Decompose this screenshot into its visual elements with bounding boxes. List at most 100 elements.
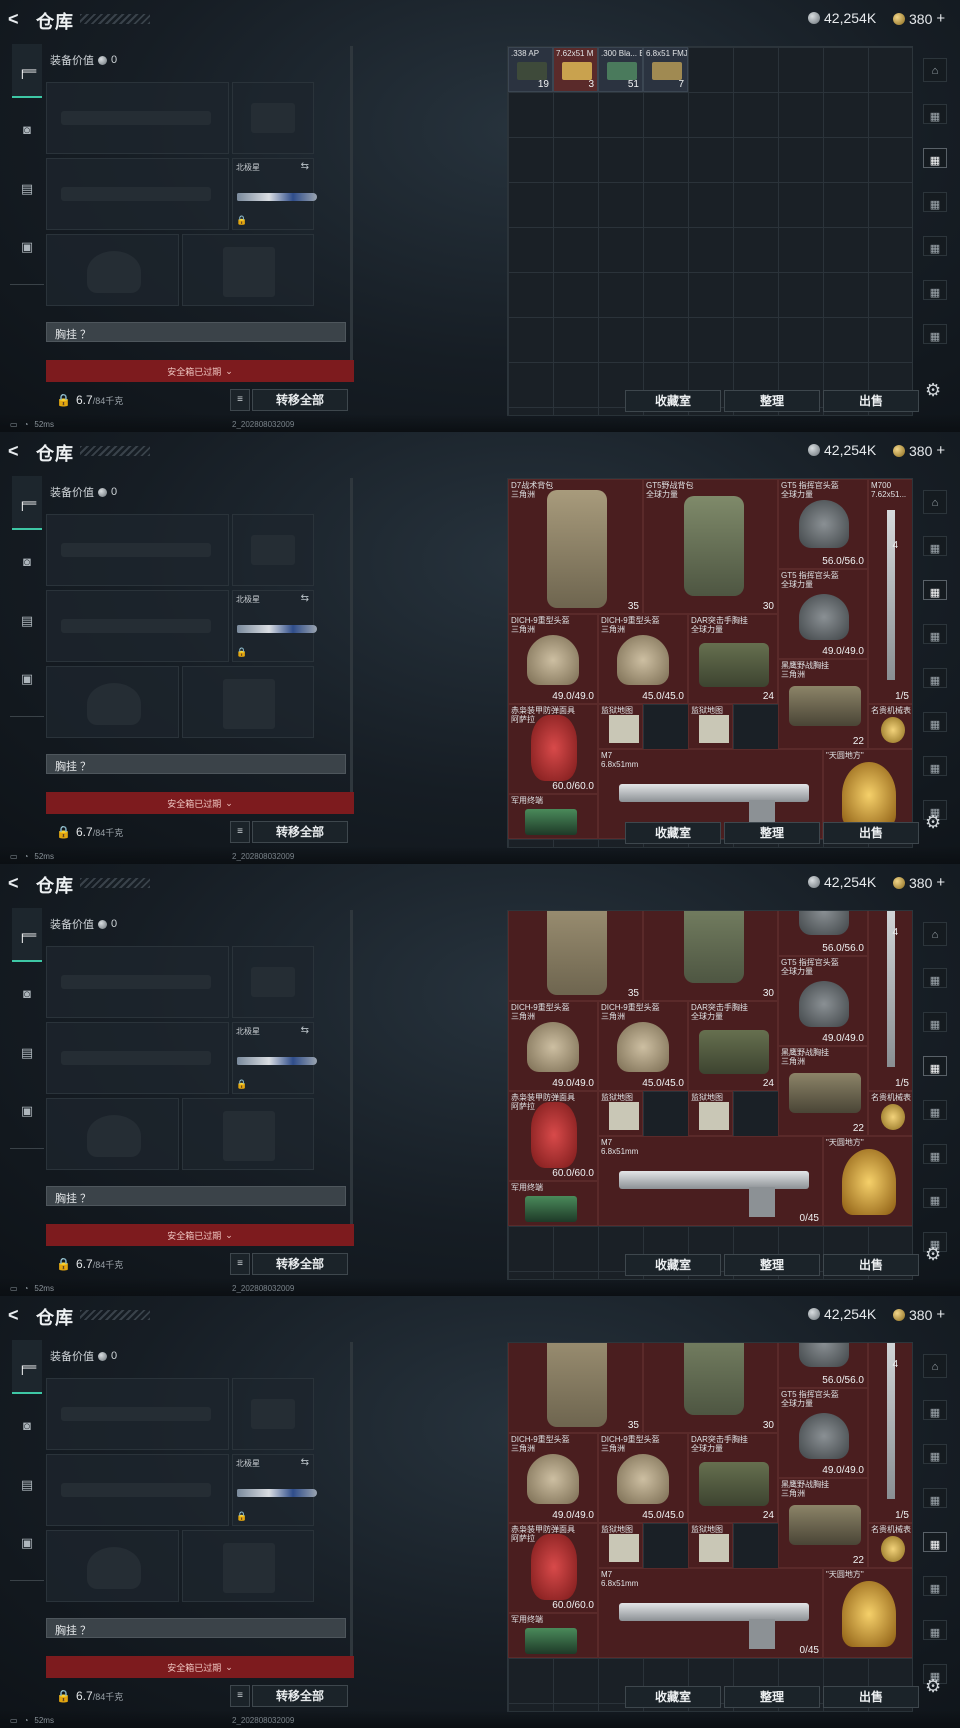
sort-button[interactable]: 整理: [724, 1686, 820, 1708]
stash-tab[interactable]: ▦: [923, 1444, 947, 1464]
sidebar-case-tab[interactable]: ▣: [12, 1528, 42, 1558]
equipment-scrollbar[interactable]: [350, 46, 353, 376]
gold-currency[interactable]: 380 +: [893, 10, 945, 27]
stash-item-map2[interactable]: 监狱地图: [688, 1523, 733, 1568]
transfer-all-button[interactable]: 转移全部: [252, 389, 348, 411]
settings-gear-icon[interactable]: ⚙: [925, 812, 941, 833]
sell-button[interactable]: 出售: [823, 822, 919, 844]
stash-item-laptop[interactable]: 军用终端: [508, 1181, 598, 1226]
stash-item-m7[interactable]: M76.8x51mm 0/45: [598, 1568, 823, 1658]
safe-box-expired-banner[interactable]: 安全箱已过期 ⌄: [46, 1656, 354, 1678]
stash-item-heiying[interactable]: 黑鹰野战胸挂 三角洲 22: [778, 659, 868, 749]
collection-room-button[interactable]: 收藏室: [625, 822, 721, 844]
collection-room-button[interactable]: 收藏室: [625, 390, 721, 412]
ammo-item[interactable]: .300 Bla... BCP FMJ 51: [598, 47, 643, 92]
ammo-item[interactable]: .338 AP 19: [508, 47, 553, 92]
stash-item-watch[interactable]: 名贵机械表: [868, 704, 912, 749]
safe-box-expired-banner[interactable]: 安全箱已过期 ⌄: [46, 1224, 354, 1246]
list-view-button[interactable]: ≡: [230, 1253, 250, 1275]
stash-item-m700[interactable]: M7007.62x51...41/5: [868, 911, 912, 1091]
stash-tab[interactable]: ▦: [923, 1056, 947, 1076]
helmet-slot[interactable]: [46, 1530, 179, 1602]
stash-item-heiying[interactable]: 黑鹰野战胸挂 三角洲 22: [778, 1478, 868, 1568]
settings-gear-icon[interactable]: ⚙: [925, 1244, 941, 1265]
melee-slot[interactable]: 北极星 ⇆ 🔒: [232, 158, 317, 230]
stash-item-redmask[interactable]: 赤枭装甲防弹面具 阿萨拉 60.0/60.0: [508, 1091, 598, 1181]
sidebar-vest-tab[interactable]: ▤: [12, 1470, 42, 1500]
stash-tab[interactable]: ▦: [923, 324, 947, 344]
add-gold-icon[interactable]: +: [936, 10, 945, 27]
sidebar-vest-tab[interactable]: ▤: [12, 1038, 42, 1068]
helmet-slot[interactable]: [46, 1098, 179, 1170]
sidebar-helmet-tab[interactable]: ◙: [12, 546, 42, 576]
sidebar-weapon-tab[interactable]: ╒═: [12, 44, 42, 98]
stash-item-map2[interactable]: 监狱地图: [688, 704, 733, 749]
sell-button[interactable]: 出售: [823, 1254, 919, 1276]
back-button[interactable]: <: [8, 873, 19, 894]
stash-tab[interactable]: ▦: [923, 1012, 947, 1032]
primary-weapon-slot[interactable]: [46, 514, 229, 586]
stash-item-watch[interactable]: 名贵机械表: [868, 1523, 912, 1568]
sidebar-helmet-tab[interactable]: ◙: [12, 114, 42, 144]
ammo-item[interactable]: 6.8x51 FMJ 7: [643, 47, 688, 92]
settings-gear-icon[interactable]: ⚙: [925, 380, 941, 401]
swap-icon[interactable]: ⇆: [301, 1025, 309, 1036]
stash-item-m7[interactable]: M76.8x51mm 0/45: [598, 1136, 823, 1226]
stash-tab[interactable]: ▦: [923, 1100, 947, 1120]
primary-weapon-slot[interactable]: [46, 82, 229, 154]
stash-item-laptop[interactable]: 军用终端: [508, 794, 598, 839]
stash-item-dich1[interactable]: DICH-9重型头盔 三角洲 49.0/49.0: [508, 1001, 598, 1091]
sidebar-weapon-tab[interactable]: ╒═: [12, 476, 42, 530]
stash-item-tianyuan[interactable]: "天圆地方": [823, 1568, 912, 1658]
sidebar-vest-tab[interactable]: ▤: [12, 606, 42, 636]
sidebar-case-tab[interactable]: ▣: [12, 232, 42, 262]
stash-tab[interactable]: ▦: [923, 1488, 947, 1508]
stash-grid-panel[interactable]: D7战术背包三角洲35GT5野战背包全球力量30GT5 指挥官头盔全球力量56.…: [507, 478, 913, 848]
sell-button[interactable]: 出售: [823, 390, 919, 412]
stash-grid-panel[interactable]: .338 AP 19 7.62x51 M 3 .300 Bla... BCP F…: [507, 46, 913, 416]
pistol-slot[interactable]: [232, 82, 314, 154]
stash-tab[interactable]: ▦: [923, 236, 947, 256]
sort-button[interactable]: 整理: [724, 1254, 820, 1276]
stash-tab[interactable]: ▦: [923, 148, 947, 168]
safe-box-expired-banner[interactable]: 安全箱已过期 ⌄: [46, 792, 354, 814]
primary-weapon-slot[interactable]: [46, 946, 229, 1018]
stash-item-gt5bag[interactable]: GT5野战背包全球力量30: [643, 911, 778, 1001]
add-gold-icon[interactable]: +: [936, 1306, 945, 1323]
stash-item-d7[interactable]: D7战术背包三角洲35: [508, 911, 643, 1001]
stash-item-dich2[interactable]: DICH-9重型头盔 三角洲 45.0/45.0: [598, 1001, 688, 1091]
stash-tab[interactable]: ▦: [923, 712, 947, 732]
armor-slot[interactable]: [182, 234, 314, 306]
stash-item-dich1[interactable]: DICH-9重型头盔 三角洲 49.0/49.0: [508, 1433, 598, 1523]
stash-item-dar[interactable]: DAR突击手胸挂 全球力量 24: [688, 614, 778, 704]
stash-item-tianyuan[interactable]: "天圆地方": [823, 1136, 912, 1226]
equipment-scrollbar[interactable]: [350, 1342, 353, 1672]
stash-item-dich2[interactable]: DICH-9重型头盔 三角洲 45.0/45.0: [598, 614, 688, 704]
equipment-scrollbar[interactable]: [350, 910, 353, 1240]
gold-currency[interactable]: 380 +: [893, 874, 945, 891]
stash-tab-main[interactable]: ⌂: [923, 490, 947, 514]
safe-box-expired-banner[interactable]: 安全箱已过期 ⌄: [46, 360, 354, 382]
stash-tab[interactable]: ▦: [923, 668, 947, 688]
melee-slot[interactable]: 北极星 ⇆ 🔒: [232, 1022, 317, 1094]
sidebar-weapon-tab[interactable]: ╒═: [12, 908, 42, 962]
sidebar-case-tab[interactable]: ▣: [12, 1096, 42, 1126]
stash-item-dar[interactable]: DAR突击手胸挂 全球力量 24: [688, 1433, 778, 1523]
collection-room-button[interactable]: 收藏室: [625, 1686, 721, 1708]
stash-tab[interactable]: ▦: [923, 968, 947, 988]
stash-item-gt5helm1[interactable]: GT5 指挥官头盔全球力量56.0/56.0: [778, 911, 868, 956]
gold-currency[interactable]: 380 +: [893, 442, 945, 459]
stash-tab[interactable]: ▦: [923, 1620, 947, 1640]
sidebar-helmet-tab[interactable]: ◙: [12, 1410, 42, 1440]
stash-item-watch[interactable]: 名贵机械表: [868, 1091, 912, 1136]
sidebar-vest-tab[interactable]: ▤: [12, 174, 42, 204]
sidebar-weapon-tab[interactable]: ╒═: [12, 1340, 42, 1394]
armor-slot[interactable]: [182, 1098, 314, 1170]
swap-icon[interactable]: ⇆: [301, 161, 309, 172]
stash-tab[interactable]: ▦: [923, 1576, 947, 1596]
secondary-weapon-slot[interactable]: [46, 1454, 229, 1526]
stash-item-map1[interactable]: 监狱地图: [598, 1523, 643, 1568]
stash-item-d7[interactable]: D7战术背包三角洲35: [508, 1343, 643, 1433]
stash-item-gt5bag[interactable]: GT5野战背包全球力量30: [643, 479, 778, 614]
secondary-weapon-slot[interactable]: [46, 1022, 229, 1094]
